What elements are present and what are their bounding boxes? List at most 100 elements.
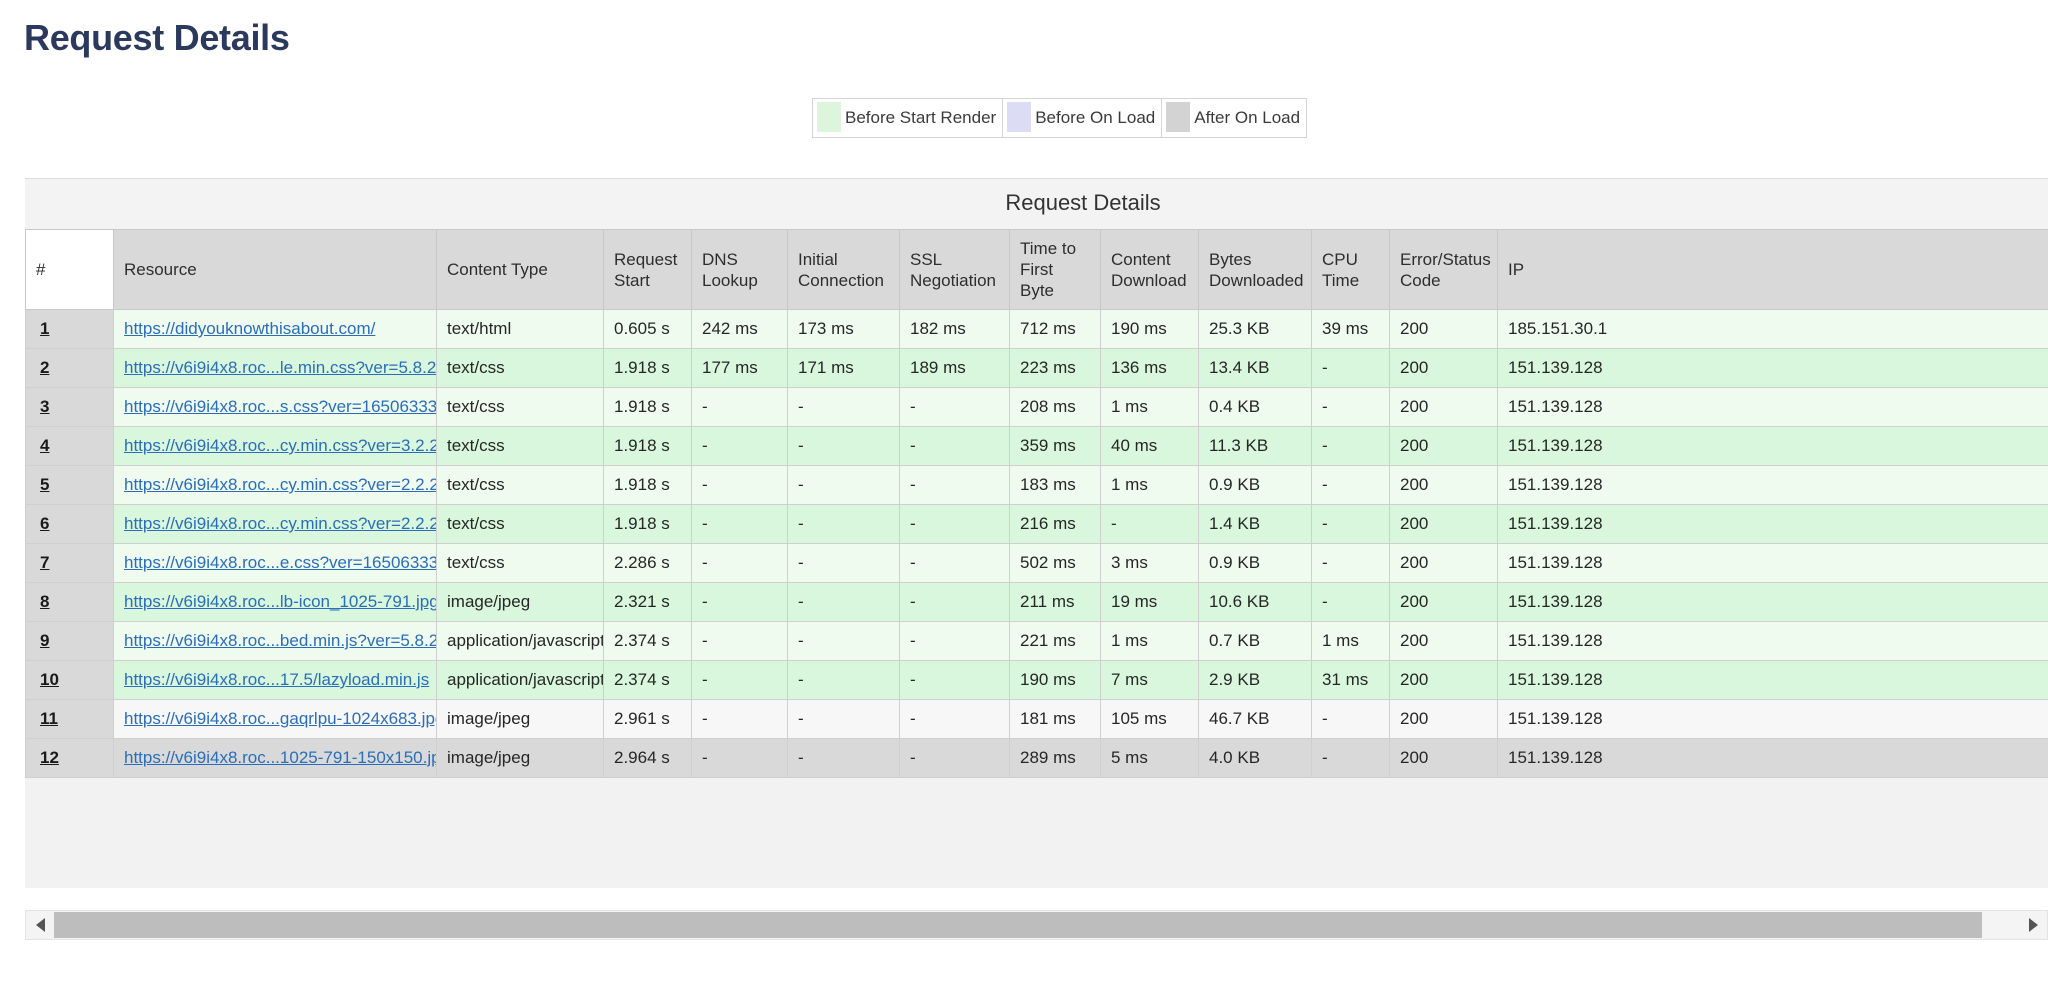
cell-cpu-time: - xyxy=(1312,505,1390,544)
cell-initial-connection: - xyxy=(788,661,900,700)
cell-content-download: - xyxy=(1101,505,1199,544)
table-row: 2 https://v6i9i4x8.roc...le.min.css?ver=5… xyxy=(26,349,2048,388)
row-index-link[interactable]: 8 xyxy=(40,592,49,611)
column-header-cpu-time[interactable]: CPU Time xyxy=(1312,230,1390,310)
cell-error-status-code: 200 xyxy=(1390,661,1498,700)
scroll-right-button[interactable] xyxy=(2019,911,2047,939)
row-index-link[interactable]: 7 xyxy=(40,553,49,572)
cell-resource: https://v6i9i4x8.roc...gaqrlpu-1024x683.… xyxy=(114,700,437,739)
cell-dns-lookup: - xyxy=(692,583,788,622)
row-index-link[interactable]: 1 xyxy=(40,319,49,338)
resource-link[interactable]: https://v6i9i4x8.roc...gaqrlpu-1024x683.… xyxy=(124,709,437,728)
row-index-link[interactable]: 11 xyxy=(40,709,58,728)
column-header-ip[interactable]: IP xyxy=(1498,230,2048,310)
column-header-error-status-code[interactable]: Error/Status Code xyxy=(1390,230,1498,310)
request-details-table-container: Request Details #ResourceContent TypeReq… xyxy=(25,178,2048,888)
cell-request-start: 2.286 s xyxy=(604,544,692,583)
cell-index: 12 xyxy=(26,739,114,778)
cell-ssl-negotiation: - xyxy=(900,466,1010,505)
resource-link[interactable]: https://v6i9i4x8.roc...e.css?ver=1650633… xyxy=(124,553,437,572)
cell-time-to-first-byte: 712 ms xyxy=(1010,310,1101,349)
scrollbar-track[interactable] xyxy=(54,911,2019,939)
cell-bytes-downloaded: 0.7 KB xyxy=(1199,622,1312,661)
cell-error-status-code: 200 xyxy=(1390,466,1498,505)
cell-time-to-first-byte: 190 ms xyxy=(1010,661,1101,700)
cell-content-download: 40 ms xyxy=(1101,427,1199,466)
column-header-bytes-downloaded[interactable]: Bytes Downloaded xyxy=(1199,230,1312,310)
column-header-ssl-negotiation[interactable]: SSL Negotiation xyxy=(900,230,1010,310)
cell-content-download: 3 ms xyxy=(1101,544,1199,583)
table-row: 3 https://v6i9i4x8.roc...s.css?ver=165063… xyxy=(26,388,2048,427)
cell-index: 7 xyxy=(26,544,114,583)
column-header-time-to-first-byte[interactable]: Time to First Byte xyxy=(1010,230,1101,310)
resource-link[interactable]: https://v6i9i4x8.roc...le.min.css?ver=5.… xyxy=(124,358,436,377)
resource-link[interactable]: https://v6i9i4x8.roc...cy.min.css?ver=2.… xyxy=(124,475,437,494)
table-row: 6 https://v6i9i4x8.roc...cy.min.css?ver=2… xyxy=(26,505,2048,544)
scrollbar-thumb[interactable] xyxy=(54,912,1982,938)
cell-time-to-first-byte: 216 ms xyxy=(1010,505,1101,544)
cell-content-type: image/jpeg xyxy=(437,583,604,622)
resource-link[interactable]: https://v6i9i4x8.roc...1025-791-150x150.… xyxy=(124,748,437,767)
triangle-left-icon xyxy=(36,918,45,932)
row-index-link[interactable]: 10 xyxy=(40,670,59,689)
row-index-link[interactable]: 12 xyxy=(40,748,59,767)
resource-link[interactable]: https://v6i9i4x8.roc...lb-icon_1025-791.… xyxy=(124,592,437,611)
cell-content-type: application/javascript xyxy=(437,622,604,661)
cell-resource: https://v6i9i4x8.roc...cy.min.css?ver=2.… xyxy=(114,505,437,544)
column-header-content-download[interactable]: Content Download xyxy=(1101,230,1199,310)
row-index-link[interactable]: 4 xyxy=(40,436,49,455)
row-index-link[interactable]: 3 xyxy=(40,397,49,416)
cell-ssl-negotiation: 189 ms xyxy=(900,349,1010,388)
column-header-content-type[interactable]: Content Type xyxy=(437,230,604,310)
row-index-link[interactable]: 6 xyxy=(40,514,49,533)
column-header-index[interactable]: # xyxy=(26,230,114,310)
resource-link[interactable]: https://v6i9i4x8.roc...bed.min.js?ver=5.… xyxy=(124,631,437,650)
cell-ip: 151.139.128 xyxy=(1498,505,2048,544)
cell-content-download: 105 ms xyxy=(1101,700,1199,739)
cell-initial-connection: - xyxy=(788,739,900,778)
cell-ip: 151.139.128 xyxy=(1498,544,2048,583)
cell-request-start: 2.321 s xyxy=(604,583,692,622)
cell-resource: https://v6i9i4x8.roc...cy.min.css?ver=2.… xyxy=(114,466,437,505)
column-header-request-start[interactable]: Request Start xyxy=(604,230,692,310)
cell-bytes-downloaded: 0.9 KB xyxy=(1199,544,1312,583)
resource-link[interactable]: https://v6i9i4x8.roc...s.css?ver=1650633… xyxy=(124,397,437,416)
legend-swatch-green xyxy=(817,102,841,132)
cell-bytes-downloaded: 2.9 KB xyxy=(1199,661,1312,700)
resource-link[interactable]: https://v6i9i4x8.roc...17.5/lazyload.min… xyxy=(124,670,429,689)
cell-time-to-first-byte: 208 ms xyxy=(1010,388,1101,427)
column-header-initial-connection[interactable]: Initial Connection xyxy=(788,230,900,310)
row-index-link[interactable]: 9 xyxy=(40,631,49,650)
row-index-link[interactable]: 2 xyxy=(40,358,49,377)
cell-request-start: 1.918 s xyxy=(604,388,692,427)
cell-time-to-first-byte: 221 ms xyxy=(1010,622,1101,661)
cell-content-download: 1 ms xyxy=(1101,466,1199,505)
cell-initial-connection: - xyxy=(788,466,900,505)
page-title: Request Details xyxy=(24,16,290,60)
cell-resource: https://v6i9i4x8.roc...e.css?ver=1650633… xyxy=(114,544,437,583)
resource-link[interactable]: https://didyouknowthisabout.com/ xyxy=(124,319,375,338)
column-header-resource[interactable]: Resource xyxy=(114,230,437,310)
cell-time-to-first-byte: 502 ms xyxy=(1010,544,1101,583)
table-row: 1https://didyouknowthisabout.com/text/ht… xyxy=(26,310,2048,349)
legend-item-label: Before On Load xyxy=(1033,99,1161,137)
cell-time-to-first-byte: 359 ms xyxy=(1010,427,1101,466)
cell-resource: https://v6i9i4x8.roc...cy.min.css?ver=3.… xyxy=(114,427,437,466)
cell-resource: https://v6i9i4x8.roc...bed.min.js?ver=5.… xyxy=(114,622,437,661)
cell-bytes-downloaded: 0.9 KB xyxy=(1199,466,1312,505)
cell-index: 11 xyxy=(26,700,114,739)
cell-initial-connection: - xyxy=(788,583,900,622)
row-index-link[interactable]: 5 xyxy=(40,475,49,494)
resource-link[interactable]: https://v6i9i4x8.roc...cy.min.css?ver=2.… xyxy=(124,514,437,533)
cell-ssl-negotiation: - xyxy=(900,427,1010,466)
cell-cpu-time: - xyxy=(1312,388,1390,427)
table-head: #ResourceContent TypeRequest StartDNS Lo… xyxy=(26,230,2048,310)
cell-index: 9 xyxy=(26,622,114,661)
scroll-left-button[interactable] xyxy=(26,911,54,939)
cell-error-status-code: 200 xyxy=(1390,544,1498,583)
cell-dns-lookup: - xyxy=(692,622,788,661)
resource-link[interactable]: https://v6i9i4x8.roc...cy.min.css?ver=3.… xyxy=(124,436,437,455)
cell-content-type: text/css xyxy=(437,388,604,427)
column-header-dns-lookup[interactable]: DNS Lookup xyxy=(692,230,788,310)
horizontal-scrollbar[interactable] xyxy=(25,910,2048,940)
